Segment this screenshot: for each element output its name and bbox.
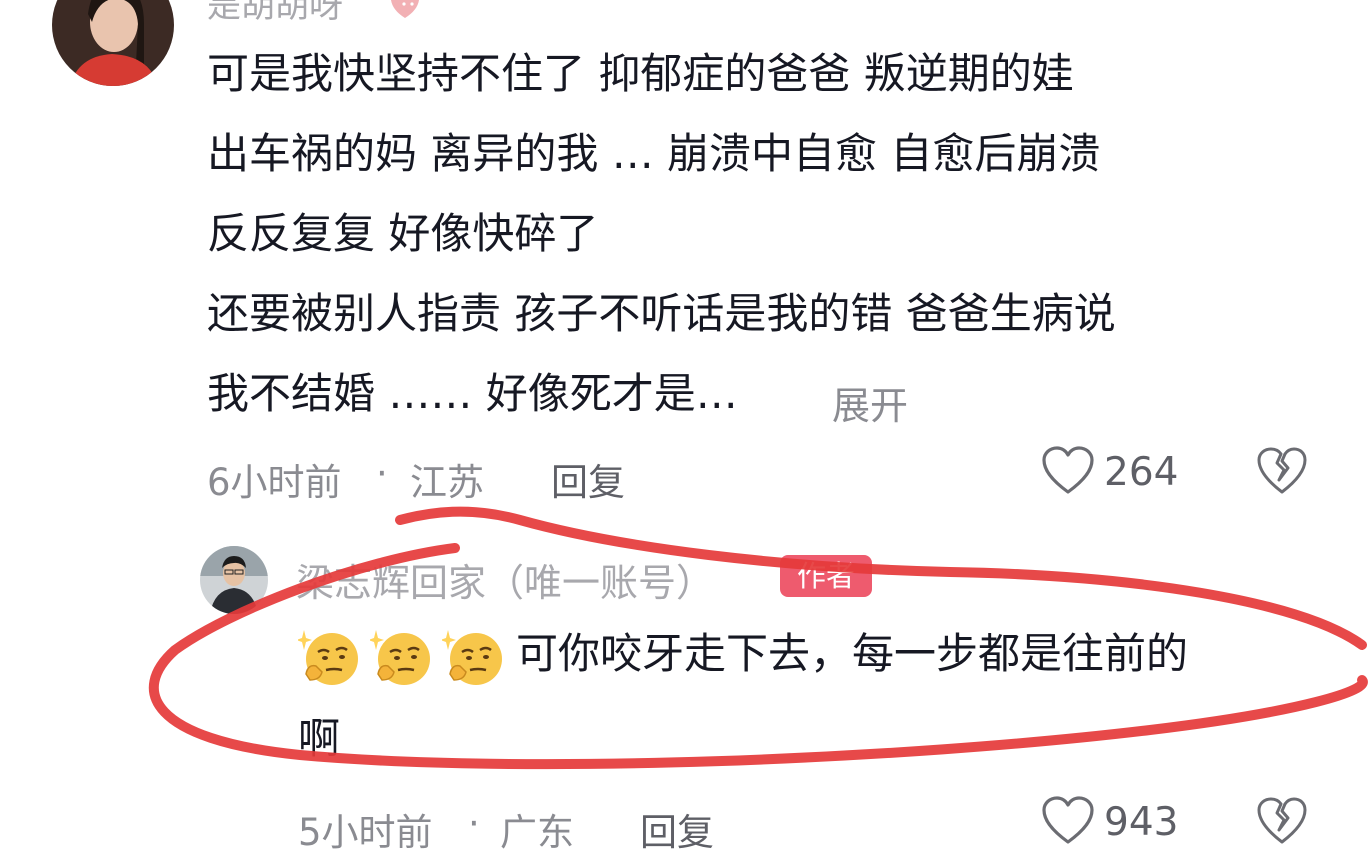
comment-location: 江苏: [410, 461, 484, 504]
broken-heart-icon[interactable]: [1256, 796, 1308, 850]
like-count: 264: [1104, 450, 1179, 495]
comment-text-line: 可你咬牙走下去，每一步都是往前的: [516, 629, 1189, 678]
expand-link[interactable]: 展开: [832, 375, 908, 430]
comment-text-line: 啊: [298, 714, 341, 763]
comment-location: 广东: [500, 811, 574, 854]
comment-text-line: 我不结婚 …… 好像死才是…: [207, 369, 738, 418]
author-avatar[interactable]: [200, 546, 268, 614]
thinking-face-emoji: [440, 628, 508, 692]
comment-time: 6小时前: [207, 461, 342, 504]
strawberry-icon: [385, 0, 425, 24]
comment-username[interactable]: 梁志辉回家（唯一账号）: [296, 552, 714, 607]
comment-text-line: 反反复复 好像快碎了: [207, 209, 599, 258]
avatar-photo: [52, 0, 174, 86]
broken-heart-icon[interactable]: [1256, 446, 1308, 500]
comment-username[interactable]: 是胡胡呀: [207, 0, 343, 27]
thinking-face-emoji: [368, 628, 436, 692]
heart-outline-icon[interactable]: [1040, 445, 1096, 501]
author-badge: 作者: [780, 555, 872, 597]
like-count: 943: [1104, 800, 1179, 845]
user-avatar[interactable]: [52, 0, 174, 86]
meta-separator: ·: [376, 452, 388, 495]
avatar-photo: [200, 546, 268, 614]
reply-button[interactable]: 回复: [640, 802, 714, 856]
reply-button[interactable]: 回复: [551, 452, 625, 506]
comment-text-line: 出车祸的妈 离异的我 … 崩溃中自愈 自愈后崩溃: [207, 129, 1101, 178]
thinking-face-emoji: [296, 628, 364, 692]
heart-outline-icon[interactable]: [1040, 795, 1096, 851]
comment-time: 5小时前: [298, 811, 433, 854]
comment-text-line: 可是我快坚持不住了 抑郁症的爸爸 叛逆期的娃: [207, 49, 1074, 98]
meta-separator: ·: [468, 802, 480, 845]
comment-text-line: 还要被别人指责 孩子不听话是我的错 爸爸生病说: [207, 289, 1116, 338]
